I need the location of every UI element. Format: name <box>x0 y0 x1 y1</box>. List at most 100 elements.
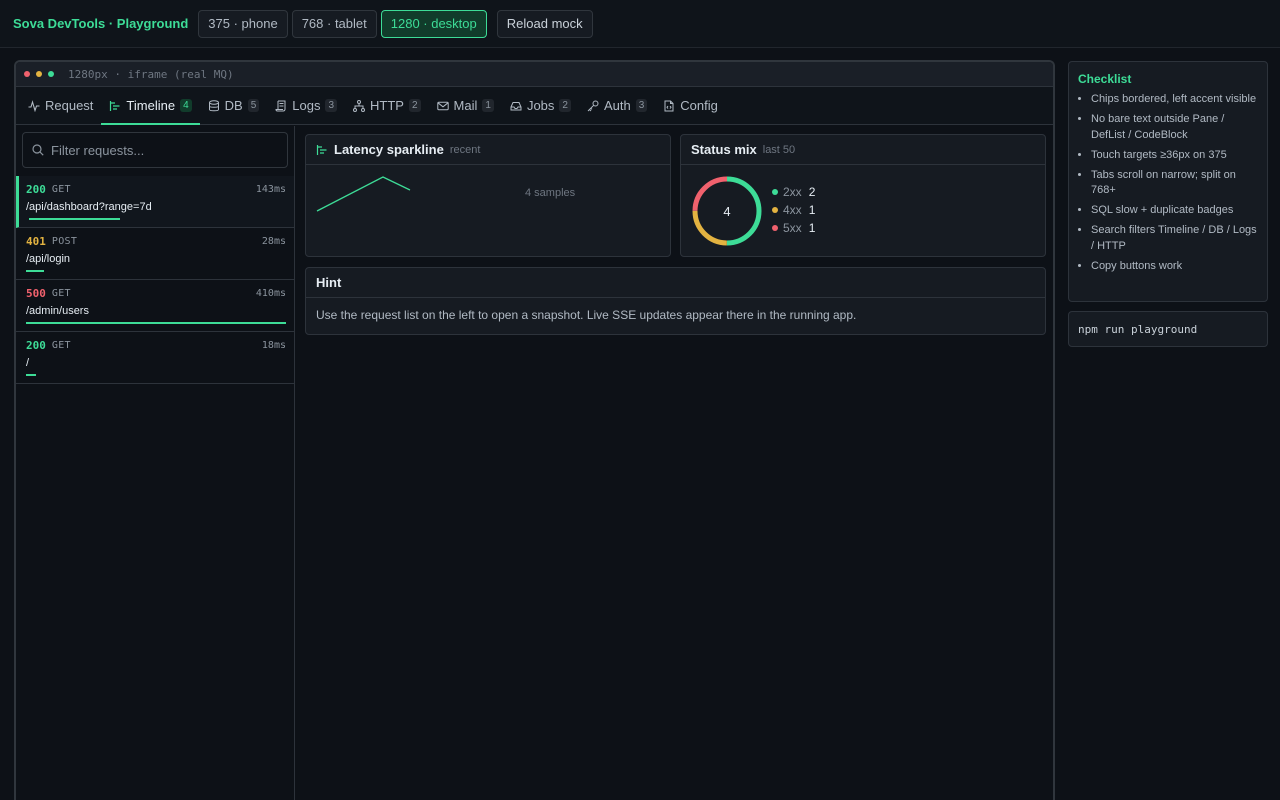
frame-label: 1280px · iframe (real MQ) <box>68 67 234 81</box>
latency-title: Latency sparkline <box>334 142 444 157</box>
duration-bar <box>29 218 120 220</box>
tab-label: Logs <box>292 98 321 113</box>
timeline-icon <box>316 144 327 155</box>
viewport-desktop-button[interactable]: 1280 · desktop <box>380 9 487 38</box>
request-list: 200 GET 143ms /api/dashboard?range=7d 40… <box>16 176 294 384</box>
tab-bar: Request Timeline 4 DB 5 Logs 3 HTTP 2 Ma… <box>16 87 1053 125</box>
request-row[interactable]: 401 POST 28ms /api/login <box>16 228 294 280</box>
viewport-tablet-button[interactable]: 768 · tablet <box>291 9 377 38</box>
search-input[interactable] <box>51 142 271 158</box>
file-code-icon <box>664 100 674 111</box>
sparkline-line <box>316 176 411 212</box>
request-path: /api/dashboard?range=7d <box>26 201 152 213</box>
tab-logs[interactable]: Logs 3 <box>267 87 345 124</box>
hint-text: Use the request list on the left to open… <box>316 308 857 322</box>
status-code: 401 <box>26 234 46 248</box>
request-row[interactable]: 200 GET 143ms /api/dashboard?range=7d <box>16 176 294 228</box>
search-box[interactable] <box>22 132 288 168</box>
checklist-panel: Checklist Chips bordered, left accent vi… <box>1068 61 1268 302</box>
tab-request[interactable]: Request <box>20 87 101 124</box>
http-method: POST <box>51 235 78 247</box>
app-title: Sova DevTools · Playground <box>13 16 189 31</box>
legend-label: 5xx <box>783 221 802 235</box>
tab-label: Request <box>45 98 94 113</box>
tab-count-badge: 1 <box>482 99 494 112</box>
tab-config[interactable]: Config <box>655 87 726 124</box>
checklist-item: Copy buttons work <box>1091 259 1258 275</box>
activity-icon <box>28 99 40 112</box>
key-icon <box>587 100 599 111</box>
status-code: 500 <box>26 286 46 300</box>
tab-db[interactable]: DB 5 <box>200 87 268 124</box>
tab-timeline[interactable]: Timeline 4 <box>101 87 200 125</box>
status-code: 200 <box>26 182 46 196</box>
latency-card: Latency sparkline recent 4 samples <box>305 134 671 257</box>
viewport-phone-button[interactable]: 375 · phone <box>198 9 288 38</box>
tab-count-badge: 5 <box>247 99 260 112</box>
legend-value: 2 <box>808 185 816 199</box>
legend-dot <box>772 189 778 195</box>
legend-dot <box>772 207 778 213</box>
tab-mail[interactable]: Mail 1 <box>429 87 502 124</box>
donut-total: 4 <box>723 204 730 219</box>
checklist-title: Checklist <box>1078 72 1132 86</box>
latency-sparkline <box>316 176 411 212</box>
checklist-item: Touch targets ≥36px on 375 <box>1091 148 1258 164</box>
tab-label: Auth <box>603 98 631 113</box>
request-path: / <box>26 357 30 369</box>
checklist-item: SQL slow + duplicate badges <box>1091 203 1258 219</box>
duration-bar <box>26 270 45 272</box>
http-method: GET <box>51 287 71 299</box>
tab-count-badge: 3 <box>325 99 338 112</box>
http-method: GET <box>51 339 71 351</box>
tab-label: HTTP <box>370 98 404 113</box>
tab-count-badge: 4 <box>180 99 192 112</box>
tab-label: Timeline <box>126 98 176 113</box>
tab-count-badge: 3 <box>635 99 648 112</box>
duration-bar <box>26 322 286 324</box>
maximize-dot-icon <box>48 71 54 77</box>
status-mix-title: Status mix <box>691 142 757 157</box>
top-bar: Sova DevTools · Playground 375 · phone 7… <box>0 0 1280 48</box>
tab-label: Config <box>680 98 718 113</box>
checklist-item: No bare text outside Pane / DefList / Co… <box>1091 112 1258 143</box>
request-row[interactable]: 200 GET 18ms / <box>16 332 294 384</box>
reload-mock-button[interactable]: Reload mock <box>496 9 593 38</box>
status-legend: 2xx 2 4xx 1 5xx 1 <box>772 183 815 237</box>
request-row[interactable]: 500 GET 410ms /admin/users <box>16 280 294 332</box>
request-path: /api/login <box>26 253 71 265</box>
checklist-item: Search filters Timeline / DB / Logs / HT… <box>1091 223 1258 254</box>
status-mix-subtitle: last 50 <box>762 143 796 156</box>
timeline-icon <box>110 100 120 111</box>
close-dot-icon <box>24 71 30 77</box>
command-block: npm run playground <box>1068 311 1268 347</box>
tab-auth[interactable]: Auth 3 <box>579 87 655 124</box>
duration: 18ms <box>261 339 286 351</box>
checklist-items: Chips bordered, left accent visible No b… <box>1078 92 1258 274</box>
legend-item: 2xx 2 <box>772 183 815 201</box>
status-donut: 4 <box>692 176 762 246</box>
samples-label: 4 samples <box>525 187 576 199</box>
legend-dot <box>772 225 778 231</box>
tab-jobs[interactable]: Jobs 2 <box>502 87 579 124</box>
checklist-item: Tabs scroll on narrow; split on 768+ <box>1091 168 1258 199</box>
legend-label: 2xx <box>783 185 802 199</box>
legend-label: 4xx <box>783 203 802 217</box>
preview-frame: 1280px · iframe (real MQ) Request Timeli… <box>14 60 1055 800</box>
inbox-icon <box>510 101 522 110</box>
status-mix-card: Status mix last 50 4 2xx 2 4xx 1 5xx 1 <box>680 134 1046 257</box>
tab-label: Jobs <box>526 98 555 113</box>
scroll-icon <box>275 100 286 111</box>
tab-http[interactable]: HTTP 2 <box>345 87 429 124</box>
tab-label: Mail <box>453 98 478 113</box>
latency-subtitle: recent <box>449 143 481 156</box>
duration-bar <box>26 374 37 376</box>
hint-title: Hint <box>316 275 342 290</box>
network-icon <box>353 99 366 112</box>
request-path: /admin/users <box>26 305 89 317</box>
status-code: 200 <box>26 338 46 352</box>
legend-item: 5xx 1 <box>772 219 815 237</box>
tab-label: DB <box>224 98 243 113</box>
checklist-item: Chips bordered, left accent visible <box>1091 92 1258 108</box>
legend-value: 1 <box>808 221 816 235</box>
